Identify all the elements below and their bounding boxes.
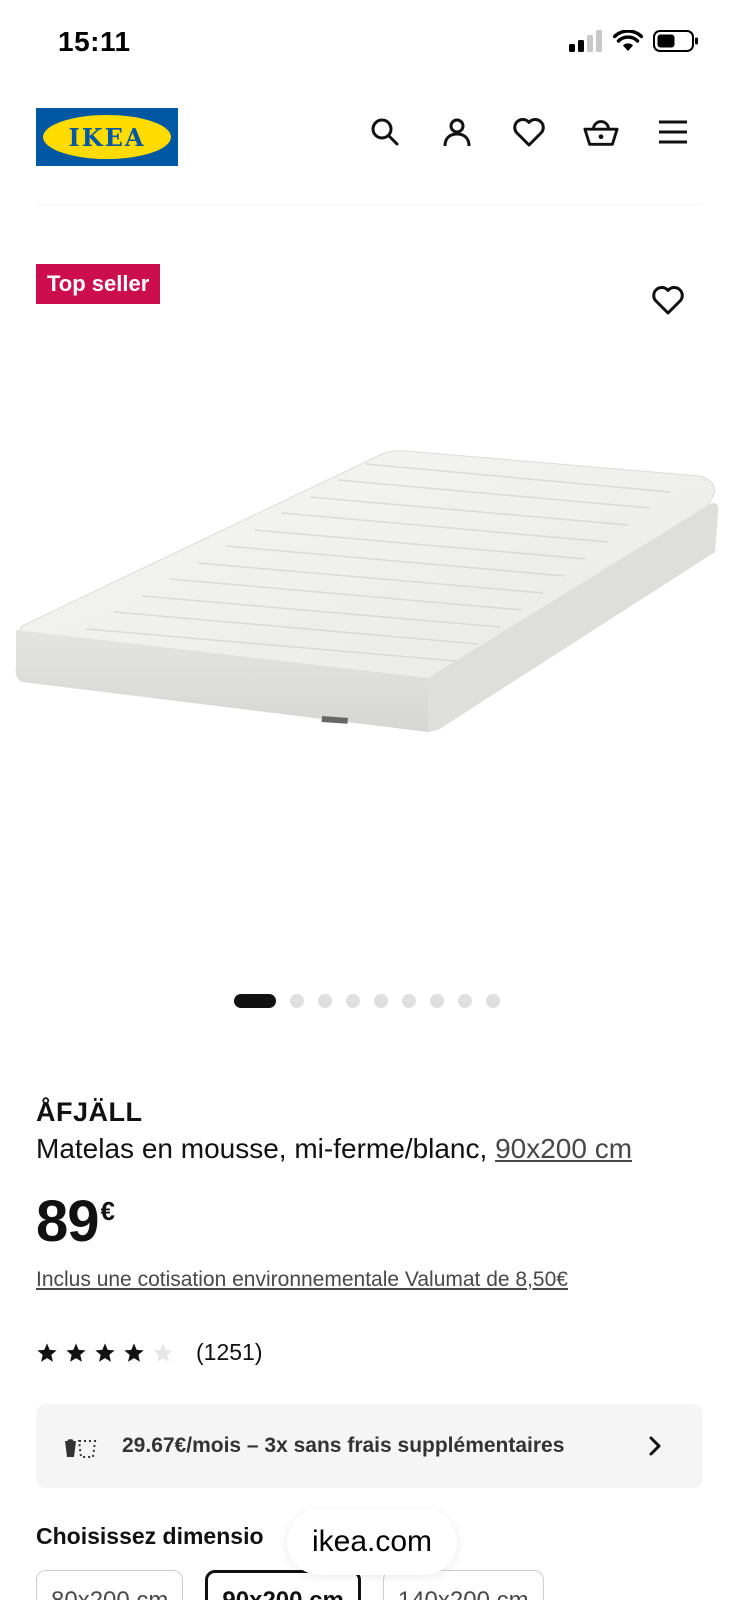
size-option-80x200[interactable]: 80x200 cm [36, 1570, 184, 1600]
carousel-dot[interactable] [402, 994, 416, 1008]
battery-icon [653, 30, 699, 57]
size-options: 80x200 cm 90x200 cm 140x200 cm [36, 1570, 544, 1600]
wifi-icon [612, 29, 644, 57]
heart-icon[interactable] [511, 114, 547, 150]
product-description: Matelas en mousse, mi-ferme/blanc, 90x20… [36, 1133, 632, 1165]
dimension-label: Choisissez dimensio [36, 1523, 264, 1549]
carousel-dot[interactable] [290, 994, 304, 1008]
user-icon[interactable] [439, 114, 475, 150]
carousel-dot[interactable] [374, 994, 388, 1008]
top-seller-badge: Top seller [36, 264, 161, 304]
carousel-dot[interactable] [430, 994, 444, 1008]
rating-count: (1251) [196, 1339, 263, 1365]
star-filled-icon [66, 1342, 86, 1362]
header-icons [367, 114, 691, 150]
price-currency: € [100, 1196, 115, 1226]
menu-icon[interactable] [655, 114, 691, 150]
price-value: 89 [36, 1189, 100, 1254]
star-filled-icon [124, 1342, 144, 1362]
header-divider [36, 204, 703, 205]
rating-stars [36, 1342, 174, 1364]
image-carousel-indicator [234, 994, 500, 1008]
carousel-dot[interactable] [318, 994, 332, 1008]
browser-url-bar[interactable]: ikea.com [287, 1509, 457, 1575]
eco-fee-link[interactable]: Inclus une cotisation environnementale V… [36, 1268, 568, 1292]
ikea-logo[interactable]: IKEA [36, 108, 178, 166]
logo-oval: IKEA [43, 115, 171, 159]
search-icon[interactable] [367, 114, 403, 150]
product-name: ÅFJÄLL [36, 1097, 143, 1127]
signal-icon [569, 30, 603, 57]
carousel-dot[interactable] [346, 994, 360, 1008]
add-to-favourites-button[interactable] [648, 280, 688, 320]
heart-icon [652, 286, 684, 315]
carousel-dot[interactable] [486, 994, 500, 1008]
carousel-dot-active[interactable] [234, 994, 276, 1008]
status-icons [569, 29, 699, 57]
installment-banner[interactable]: 29.67€/mois – 3x sans frais supplémentai… [36, 1404, 703, 1488]
chevron-right-icon [643, 1434, 667, 1458]
site-header: IKEA [0, 100, 739, 180]
installment-text: 29.67€/mois – 3x sans frais supplémentai… [122, 1434, 565, 1457]
star-filled-icon [37, 1342, 57, 1362]
logo-text: IKEA [68, 122, 146, 152]
product-image[interactable] [10, 440, 729, 860]
rating[interactable]: (1251) [36, 1339, 262, 1366]
star-empty-icon [153, 1342, 173, 1362]
basket-icon[interactable] [583, 114, 619, 150]
status-bar: 15:11 [0, 0, 739, 90]
payment-icon [60, 1426, 100, 1466]
status-time: 15:11 [58, 26, 131, 57]
carousel-dot[interactable] [458, 994, 472, 1008]
size-link[interactable]: 90x200 cm [495, 1133, 632, 1164]
product-price: 89 € [36, 1190, 115, 1254]
product-description-text: Matelas en mousse, mi-ferme/blanc, [36, 1133, 496, 1164]
star-filled-icon [95, 1342, 115, 1362]
